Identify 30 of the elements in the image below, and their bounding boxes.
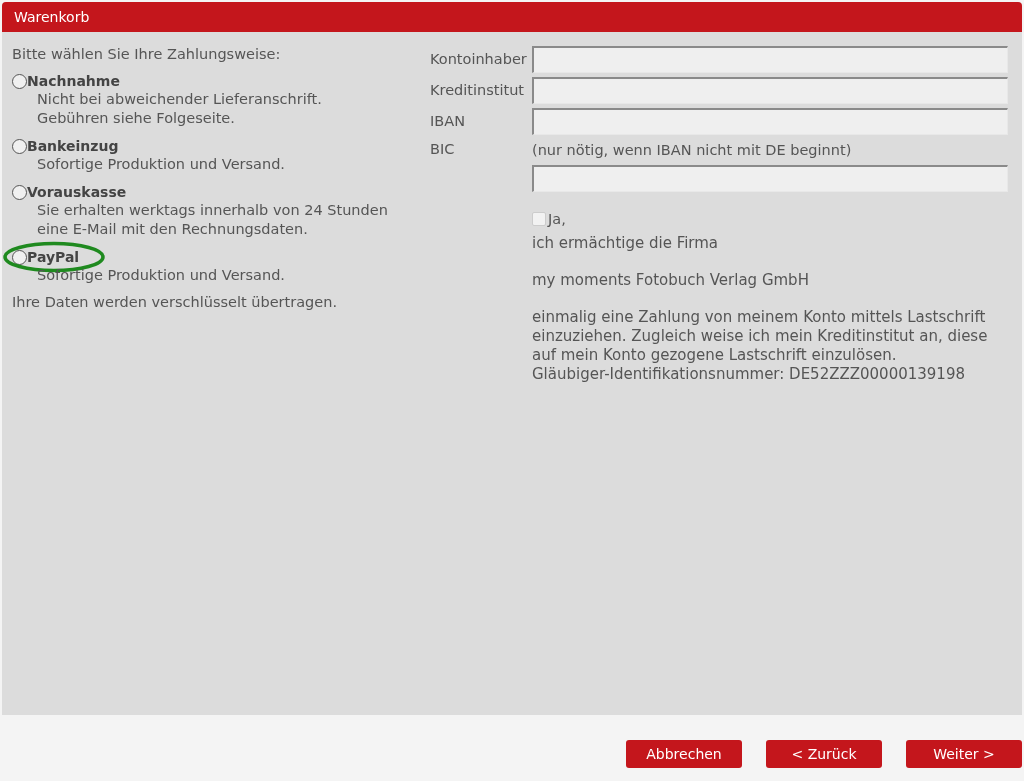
security-note: Ihre Daten werden verschlüsselt übertragen. xyxy=(12,293,338,311)
option-label[interactable]: Bankeinzug xyxy=(27,137,119,155)
text-field[interactable] xyxy=(532,77,1008,104)
radio-button[interactable] xyxy=(12,184,27,200)
option-description: Sofortige Produktion und Versand. xyxy=(36,155,286,174)
field-hint: (nur nötig, wenn IBAN nicht mit DE beginnt) xyxy=(532,141,852,160)
radio-button[interactable] xyxy=(12,138,27,154)
mandate-text: ich ermächtige die Firma xyxy=(532,234,720,253)
radio-button[interactable] xyxy=(12,73,27,89)
text-field[interactable] xyxy=(532,108,1008,135)
option-description: Nicht bei abweichender Lieferanschrift. Gebühren siehe Folgeseite. xyxy=(36,90,323,128)
option-description: Sie erhalten werktags innerhalb von 24 Stunden eine E-Mail mit den Rechnungsdaten. xyxy=(36,201,389,239)
mandate-text: einmalig eine Zahlung von meinem Konto mittels Lastschrift einzuziehen. Zugleich weise ich mein Kreditinstitut an, diese auf mein Konto gezogene Lastschrift einzulösen. Gläubiger-Identifikationsnummer: DE52ZZZ00000139198 xyxy=(532,308,989,384)
field-label: Kontoinhaber xyxy=(429,49,528,69)
prompt-text: Bitte wählen Sie Ihre Zahlungsweise: xyxy=(12,45,282,63)
option-label[interactable]: Vorauskasse xyxy=(27,183,127,201)
nav-button[interactable]: Abbrechen xyxy=(626,740,742,768)
window-title: Warenkorb xyxy=(2,2,1022,32)
field-label: IBAN xyxy=(429,111,466,131)
text-field[interactable] xyxy=(532,165,1008,192)
text-field[interactable] xyxy=(532,46,1008,73)
field-label: BIC xyxy=(429,140,456,160)
option-description: Sofortige Produktion und Versand. xyxy=(36,266,286,285)
option-label[interactable]: Nachnahme xyxy=(27,72,120,90)
checkbox-label[interactable]: Ja, xyxy=(548,210,566,228)
field-label: Kreditinstitut xyxy=(429,80,526,100)
nav-button[interactable]: < Zurück xyxy=(766,740,882,768)
checkbox[interactable] xyxy=(532,212,546,226)
nav-button[interactable]: Weiter > xyxy=(906,740,1022,768)
mandate-text: my moments Fotobuch Verlag GmbH xyxy=(532,271,810,290)
